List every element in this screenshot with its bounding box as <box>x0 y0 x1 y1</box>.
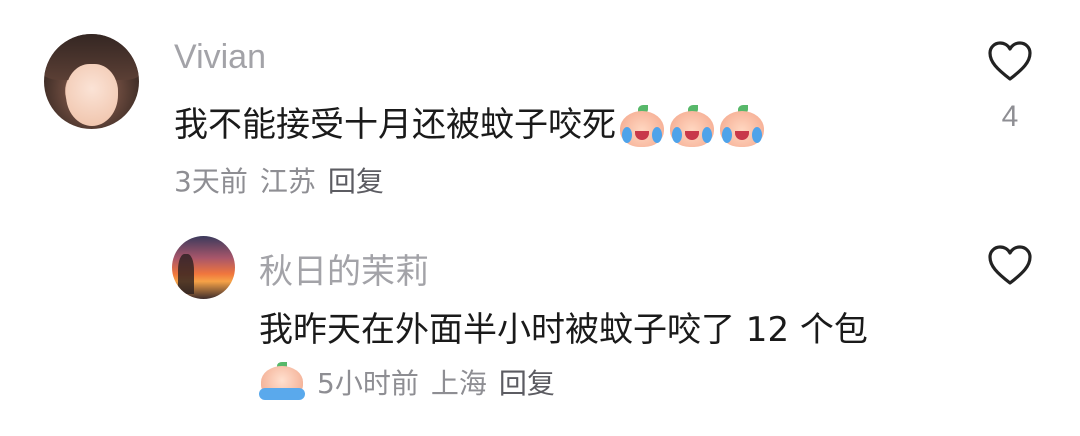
reply-meta: 5小时前 上海 回复 <box>259 362 567 402</box>
avatar[interactable] <box>44 34 139 129</box>
avatar-tree-silhouette <box>178 254 194 294</box>
crying-peach-emoji-icon <box>618 104 666 149</box>
heart-icon[interactable] <box>987 40 1033 82</box>
reply-text: 我昨天在外面半小时被蚊子咬了 12 个包 <box>259 310 868 350</box>
reply-avatar[interactable] <box>172 236 235 299</box>
comment-username[interactable]: Vivian <box>174 38 266 77</box>
avatar-face <box>66 64 118 126</box>
reply-time: 5小时前 <box>317 367 419 400</box>
reply-username[interactable]: 秋日的茉莉 <box>259 244 429 293</box>
comment-location: 江苏 <box>259 165 316 198</box>
comment-reply-button[interactable]: 回复 <box>328 160 384 200</box>
comment-meta: 3天前 江苏 回复 <box>174 160 396 200</box>
comment-text-row: 我不能接受十月还被蚊子咬死 <box>174 97 766 149</box>
like-count: 4 <box>1001 100 1019 133</box>
comment-text: 我不能接受十月还被蚊子咬死 <box>174 105 616 145</box>
reply-location: 上海 <box>430 367 487 400</box>
crying-peach-emoji-icon <box>718 104 766 149</box>
heart-icon[interactable] <box>987 244 1033 286</box>
crying-peach-emoji-icon <box>259 362 305 402</box>
reply-reply-button[interactable]: 回复 <box>499 362 555 402</box>
comment-time: 3天前 <box>174 165 248 198</box>
crying-peach-emoji-icon <box>668 104 716 149</box>
